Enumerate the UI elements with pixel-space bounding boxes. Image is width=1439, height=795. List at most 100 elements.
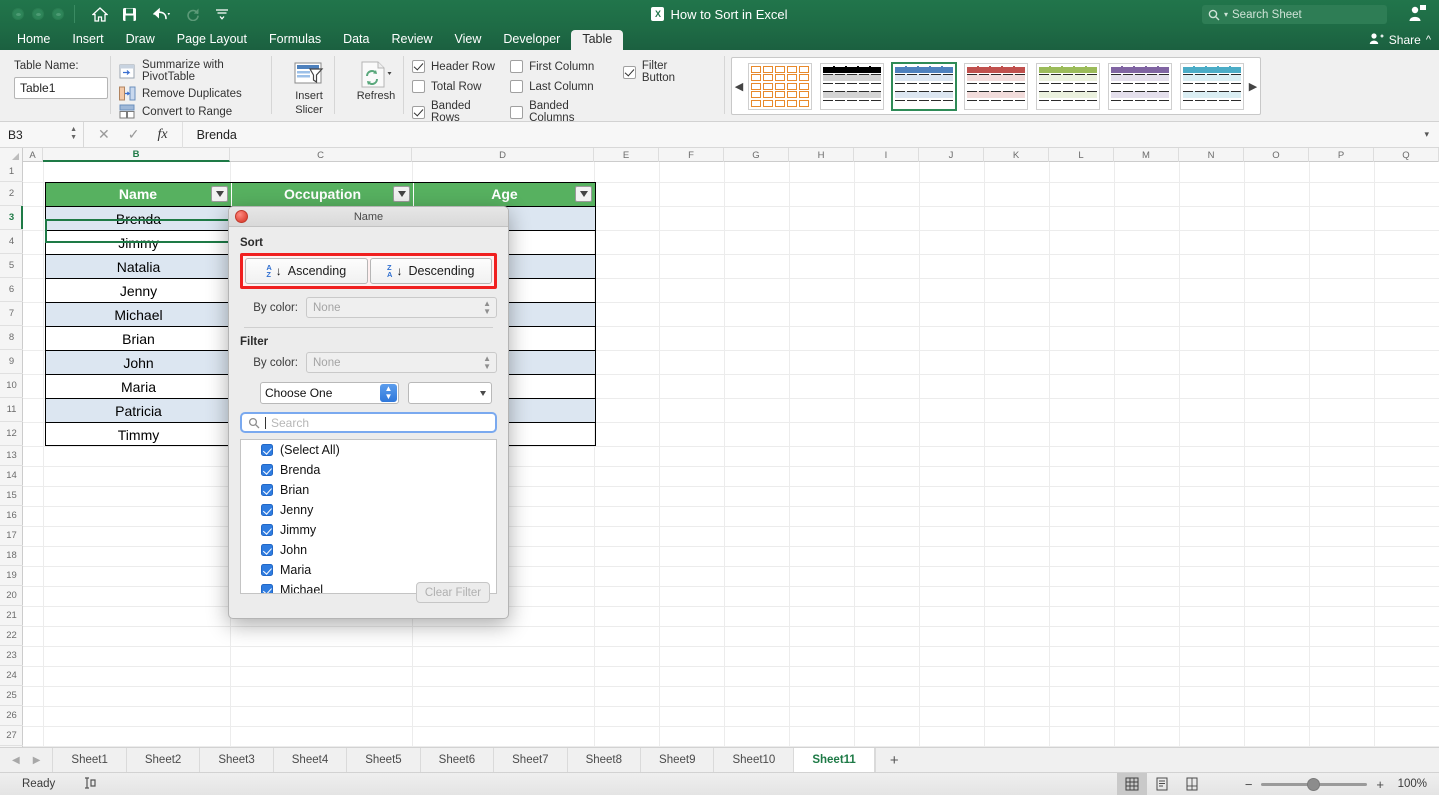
table-cell[interactable]: Patricia (45, 398, 232, 422)
sheet-tab-sheet11[interactable]: Sheet11 (793, 748, 875, 772)
filter-button-name[interactable] (211, 186, 228, 202)
option-total-row[interactable]: Total Row (412, 80, 496, 93)
zoom-in-button[interactable]: + (1376, 777, 1384, 792)
remove-duplicates-button[interactable]: Remove Duplicates (119, 86, 263, 101)
tab-draw[interactable]: Draw (115, 30, 166, 50)
close-window-button[interactable] (12, 8, 24, 20)
row-header-22[interactable]: 22 (0, 626, 23, 646)
filter-list-item[interactable]: Jimmy (241, 520, 496, 540)
row-header-10[interactable]: 10 (0, 374, 23, 398)
column-header-I[interactable]: I (854, 148, 919, 162)
zoom-slider[interactable] (1261, 777, 1368, 791)
tab-home[interactable]: Home (6, 30, 61, 50)
table-header-age[interactable]: Age (414, 182, 596, 206)
column-header-M[interactable]: M (1114, 148, 1179, 162)
undo-icon[interactable] (151, 7, 171, 21)
column-header-H[interactable]: H (789, 148, 854, 162)
row-header-27[interactable]: 27 (0, 726, 23, 746)
checkbox[interactable] (261, 544, 273, 556)
formula-bar-input[interactable]: Brenda (183, 128, 237, 142)
column-header-C[interactable]: C (230, 148, 412, 162)
checkbox[interactable] (261, 484, 273, 496)
column-header-O[interactable]: O (1244, 148, 1309, 162)
sheet-tab-sheet10[interactable]: Sheet10 (713, 748, 793, 772)
tab-developer[interactable]: Developer (492, 30, 571, 50)
row-header-19[interactable]: 19 (0, 566, 23, 586)
row-header-1[interactable]: 1 (0, 162, 23, 182)
formula-bar-expand-icon[interactable]: ▾ (1424, 129, 1429, 140)
filter-list-item[interactable]: Jenny (241, 500, 496, 520)
row-header-6[interactable]: 6 (0, 278, 23, 302)
row-header-14[interactable]: 14 (0, 466, 23, 486)
clear-filter-button[interactable]: Clear Filter (416, 582, 490, 603)
filter-list-item[interactable]: Brian (241, 480, 496, 500)
share-button[interactable]: Share (1389, 33, 1421, 47)
name-box[interactable]: B3 ▲ ▼ (0, 121, 84, 148)
filter-criteria-input[interactable] (408, 382, 492, 404)
row-header-15[interactable]: 15 (0, 486, 23, 506)
sort-ascending-button[interactable]: AZ ↓ Ascending (245, 258, 368, 284)
filter-list-item[interactable]: Brenda (241, 460, 496, 480)
table-header-occupation[interactable]: Occupation (232, 182, 414, 206)
table-style-style-green[interactable] (1036, 62, 1100, 110)
sheet-tab-sheet9[interactable]: Sheet9 (640, 748, 713, 772)
row-header-23[interactable]: 23 (0, 646, 23, 666)
table-cell[interactable]: Maria (45, 374, 232, 398)
table-style-style-black[interactable] (820, 62, 884, 110)
option-first-column[interactable]: First Column (510, 60, 609, 73)
row-header-5[interactable]: 5 (0, 254, 23, 278)
choose-one-select[interactable]: Choose One ▲ ▼ (260, 382, 399, 404)
gallery-prev-icon[interactable]: ◀ (734, 80, 744, 93)
refresh-button[interactable]: Refresh (343, 54, 409, 102)
minimize-window-button[interactable] (32, 8, 44, 20)
name-box-stepper-icon[interactable]: ▲ ▼ (70, 126, 77, 142)
sheet-tab-sheet5[interactable]: Sheet5 (346, 748, 419, 772)
column-header-G[interactable]: G (724, 148, 789, 162)
zoom-out-button[interactable]: − (1245, 777, 1253, 792)
table-style-style-purple[interactable] (1108, 62, 1172, 110)
column-header-K[interactable]: K (984, 148, 1049, 162)
collapse-ribbon-icon[interactable]: ^ (1426, 34, 1431, 46)
column-header-D[interactable]: D (412, 148, 594, 162)
table-styles-gallery[interactable]: ◀ ▶ (731, 57, 1261, 115)
row-header-9[interactable]: 9 (0, 350, 23, 374)
option-banded-rows[interactable]: Banded Rows (412, 100, 496, 124)
row-header-12[interactable]: 12 (0, 422, 23, 446)
checkbox[interactable] (510, 105, 524, 119)
tab-page-layout[interactable]: Page Layout (166, 30, 258, 50)
select-all-corner[interactable] (0, 148, 23, 162)
row-header-18[interactable]: 18 (0, 546, 23, 566)
tab-view[interactable]: View (443, 30, 492, 50)
summarize-with-pivottable-button[interactable]: Summarize with PivotTable (119, 59, 263, 83)
row-header-4[interactable]: 4 (0, 230, 23, 254)
table-cell[interactable]: Jenny (45, 278, 232, 302)
insert-function-icon[interactable]: fx (157, 127, 167, 143)
sheet-tab-sheet3[interactable]: Sheet3 (199, 748, 272, 772)
sheet-tab-sheet1[interactable]: Sheet1 (52, 748, 125, 772)
table-name-input[interactable]: Table1 (14, 77, 108, 99)
maximize-window-button[interactable] (52, 8, 64, 20)
table-cell[interactable]: John (45, 350, 232, 374)
row-header-17[interactable]: 17 (0, 526, 23, 546)
sheet-prev-icon[interactable]: ◀ (12, 755, 20, 766)
filter-list-item[interactable]: John (241, 540, 496, 560)
table-style-style-blue[interactable] (891, 61, 957, 111)
sort-descending-button[interactable]: ZA ↓ Descending (369, 258, 492, 284)
column-header-E[interactable]: E (594, 148, 659, 162)
column-header-N[interactable]: N (1179, 148, 1244, 162)
row-header-20[interactable]: 20 (0, 586, 23, 606)
home-icon[interactable] (92, 6, 108, 22)
table-style-style-orange[interactable] (748, 62, 812, 110)
sort-by-color-select[interactable]: None ▲ ▼ (306, 297, 497, 318)
column-header-J[interactable]: J (919, 148, 984, 162)
row-header-21[interactable]: 21 (0, 606, 23, 626)
redo-icon[interactable] (185, 7, 201, 21)
row-header-25[interactable]: 25 (0, 686, 23, 706)
checkbox[interactable] (412, 60, 425, 73)
sheet-tab-sheet6[interactable]: Sheet6 (419, 748, 493, 772)
tab-data[interactable]: Data (332, 30, 380, 50)
checkbox[interactable] (412, 105, 425, 119)
table-cell[interactable]: Jimmy (45, 230, 232, 254)
row-header-7[interactable]: 7 (0, 302, 23, 326)
option-banded-columns[interactable]: Banded Columns (510, 100, 609, 124)
